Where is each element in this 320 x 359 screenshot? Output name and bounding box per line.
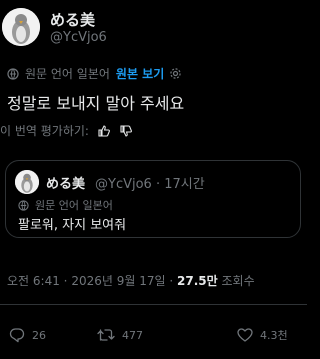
gear-icon[interactable]: [169, 67, 182, 80]
like-button[interactable]: 4.3천: [236, 326, 288, 344]
quote-author-handle: @YcVjo6 · 17시간: [95, 173, 205, 192]
repost-button[interactable]: 477: [96, 326, 143, 344]
reply-button[interactable]: 26: [8, 326, 46, 344]
reply-count: 26: [32, 328, 46, 342]
penguin-avatar-image: [15, 170, 39, 194]
penguin-avatar-image: [2, 8, 40, 46]
meta-separator: ·: [63, 274, 68, 288]
views-count[interactable]: 27.5만: [177, 274, 218, 288]
quote-translation-notice: 원문 언어 일본어: [18, 197, 113, 213]
post-date[interactable]: 2026년 9월 17일: [71, 274, 165, 288]
heart-icon: [237, 328, 253, 342]
author-handle[interactable]: @YcVjo6: [50, 30, 107, 45]
reply-icon: [9, 328, 25, 343]
translation-label: 원문 언어 일본어: [25, 67, 110, 81]
translate-icon: [18, 199, 29, 211]
views-label: 조회수: [221, 274, 255, 288]
translate-icon: [7, 67, 19, 80]
meta-separator: ·: [169, 274, 174, 288]
author-avatar[interactable]: [2, 8, 40, 46]
quote-author-name: める美: [46, 177, 86, 192]
repost-icon: [97, 329, 115, 341]
post-time[interactable]: 오전 6:41: [7, 274, 60, 288]
quoted-tweet[interactable]: める美 @YcVjo6 · 17시간 원문 언어 일본어 팔로워, 자지 보여줘: [5, 160, 301, 238]
divider: [0, 304, 307, 305]
rate-translation: 이 번역 평가하기:: [0, 122, 133, 139]
show-original-link[interactable]: 원본 보기: [116, 65, 164, 82]
like-count: 4.3천: [260, 329, 288, 342]
tweet-meta: 오전 6:41 · 2026년 9월 17일 · 27.5만 조회수: [7, 272, 255, 289]
quote-separator: ·: [155, 177, 161, 192]
repost-count: 477: [122, 328, 143, 342]
rate-label: 이 번역 평가하기:: [0, 124, 89, 138]
quote-translation-label: 원문 언어 일본어: [35, 199, 113, 212]
action-bar: 26 477 4.3천: [0, 322, 307, 348]
quote-time: 17시간: [164, 177, 205, 192]
quote-avatar[interactable]: [15, 170, 39, 194]
thumbs-up-icon[interactable]: [97, 124, 111, 138]
quote-handle-text: @YcVjo6: [95, 177, 152, 192]
quote-text: 팔로워, 자지 보여줘: [18, 218, 127, 233]
author-name[interactable]: める美: [50, 9, 95, 30]
thumbs-down-icon[interactable]: [119, 124, 133, 138]
translation-notice: 원문 언어 일본어 원본 보기: [7, 65, 182, 82]
tweet-text: 정말로 보내지 말아 주세요: [7, 94, 185, 113]
